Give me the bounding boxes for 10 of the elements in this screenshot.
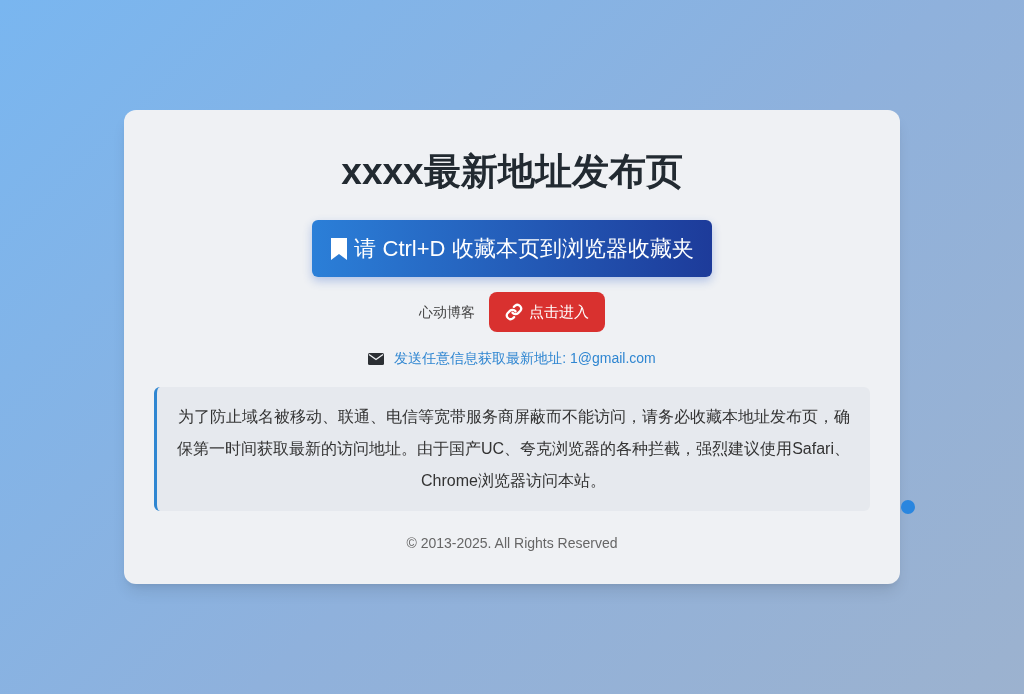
page-title: xxxx最新地址发布页 bbox=[341, 150, 683, 194]
enter-button[interactable]: 点击进入 bbox=[489, 292, 605, 332]
site-name: 心动博客 bbox=[419, 302, 475, 322]
banner-text: 请 Ctrl+D 收藏本页到浏览器收藏夹 bbox=[354, 235, 694, 263]
copyright-text: © 2013-2025. All Rights Reserved bbox=[406, 534, 618, 553]
notice-text: 为了防止域名被移动、联通、电信等宽带服务商屏蔽而不能访问，请务必收藏本地址发布页，确保第一时间获取最新的访问地址。由于国产UC、夸克浏览器的各种拦截，强烈建议使用Safari、Chrome浏览器访问本站。 bbox=[177, 407, 850, 491]
link-icon bbox=[505, 303, 523, 321]
envelope-icon bbox=[368, 352, 385, 365]
contact-email: 发送任意信息获取最新地址: 1@gmail.com bbox=[394, 349, 656, 368]
bookmark-icon bbox=[330, 236, 349, 261]
